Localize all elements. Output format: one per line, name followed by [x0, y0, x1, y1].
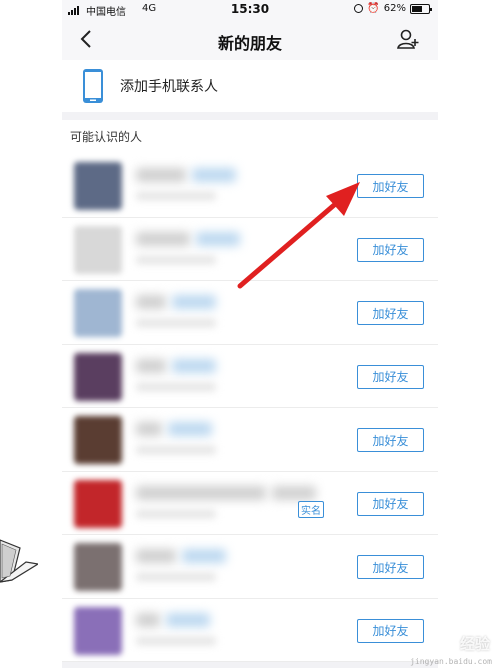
person-detail-blurred [136, 319, 216, 327]
person-detail-blurred [136, 573, 216, 581]
add-friend-button[interactable]: 加好友 [357, 174, 424, 198]
avatar[interactable] [74, 162, 122, 210]
add-friend-button[interactable]: 加好友 [357, 237, 424, 262]
avatar[interactable] [74, 606, 122, 655]
alarm-icon: ⏰ [367, 3, 380, 14]
watermark-text: 经验 [459, 635, 490, 653]
person-row[interactable]: 加好友 [62, 154, 438, 218]
person-remark-blurred [182, 549, 226, 563]
person-detail-blurred [136, 382, 216, 391]
add-friend-button[interactable]: 加好友 [357, 491, 424, 516]
add-phone-contacts-row[interactable]: 添加手机联系人 [62, 60, 438, 112]
add-friend-button[interactable]: 加好友 [357, 555, 424, 579]
battery-percent: 62% [383, 3, 406, 14]
person-detail-blurred [136, 636, 216, 645]
person-detail-blurred [136, 509, 216, 518]
person-name-blurred [136, 612, 160, 627]
person-remark-blurred [172, 295, 216, 309]
person-remark-blurred [192, 168, 236, 182]
rotation-lock-icon [354, 4, 364, 13]
watermark-url: jingyan.baidu.com [410, 657, 492, 666]
battery-icon [410, 3, 432, 14]
person-row[interactable]: 加好友 [62, 535, 438, 599]
avatar[interactable] [74, 289, 122, 337]
person-detail-blurred [136, 192, 216, 200]
add-friend-button[interactable]: 加好友 [357, 364, 424, 389]
suggested-people-list: 加好友 加好友 加好友 加好友 加好友 实名 加好友 加好友 加好友 [62, 154, 438, 662]
watermark: 经验 jingyan.baidu.com [400, 628, 500, 668]
person-row[interactable]: 加好友 [62, 281, 438, 345]
person-row[interactable]: 加好友 [62, 344, 438, 408]
person-detail-blurred [136, 446, 216, 454]
page-title: 新的朋友 [217, 34, 282, 53]
person-remark-blurred [166, 612, 210, 627]
person-name-blurred [136, 295, 166, 309]
phone-icon [83, 69, 103, 103]
person-remark-blurred [272, 485, 316, 500]
add-friend-button[interactable]: 加好友 [357, 428, 424, 452]
laptop-clipart [0, 539, 38, 583]
avatar[interactable] [74, 416, 122, 464]
avatar[interactable] [74, 543, 122, 591]
avatar[interactable] [74, 352, 122, 401]
add-friend-button[interactable]: 加好友 [357, 301, 424, 325]
add-phone-contacts-label: 添加手机联系人 [120, 79, 218, 95]
person-row[interactable]: 加好友 [62, 598, 438, 662]
person-remark-blurred [168, 422, 212, 436]
person-name-blurred [136, 231, 190, 246]
avatar[interactable] [74, 225, 122, 274]
person-row[interactable]: 实名 加好友 [62, 471, 438, 535]
nav-bar: 新的朋友 [62, 20, 438, 60]
person-remark-blurred [196, 231, 240, 246]
person-row[interactable]: 加好友 [62, 408, 438, 472]
person-detail-blurred [136, 255, 216, 264]
person-remark-blurred [172, 358, 216, 373]
person-name-blurred [136, 168, 186, 182]
add-friend-icon[interactable] [396, 27, 420, 51]
person-name-blurred [136, 422, 162, 436]
person-name-blurred [136, 485, 266, 500]
status-bar: 中国电信 4G 15:30 ⏰ 62% [62, 0, 438, 20]
person-name-blurred [136, 549, 176, 563]
avatar[interactable] [74, 479, 122, 528]
phone-screen: 中国电信 4G 15:30 ⏰ 62% 新的朋友 添加手机联系人 可能认识的人 … [62, 0, 438, 668]
person-name-blurred [136, 358, 166, 373]
person-row[interactable]: 加好友 [62, 217, 438, 281]
verified-badge: 实名 [298, 500, 324, 518]
section-title: 可能认识的人 [62, 120, 438, 154]
